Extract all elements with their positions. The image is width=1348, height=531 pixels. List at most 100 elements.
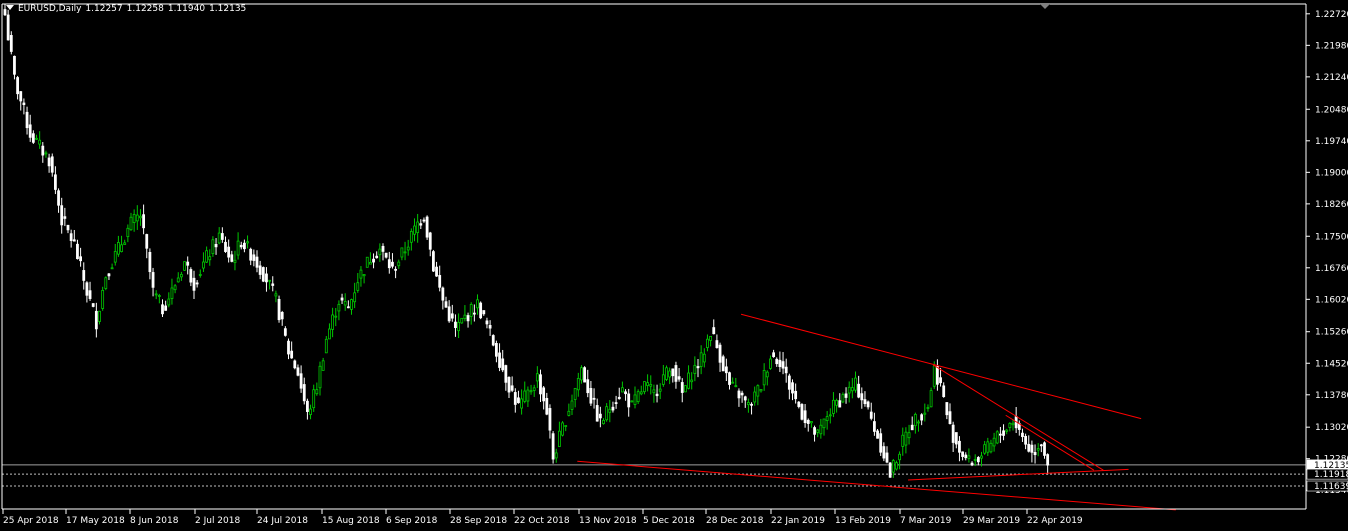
candle-body	[469, 304, 473, 317]
candle-body	[633, 394, 637, 405]
trendlines[interactable]	[577, 313, 1176, 511]
y-tick-label: 1.14520	[1315, 359, 1348, 369]
candle	[1039, 443, 1043, 453]
candle-body	[1030, 444, 1034, 453]
candle	[866, 400, 870, 410]
candle	[9, 31, 13, 55]
candle-body	[179, 274, 183, 278]
candle-body	[611, 406, 615, 411]
candle	[1005, 428, 1009, 435]
candle-body	[425, 216, 429, 238]
candle	[822, 418, 826, 436]
candle-body	[239, 244, 243, 248]
price-chart[interactable]: 1.22720 1.21980 1.21240 1.20480 1.19740 1.190…	[0, 0, 1348, 531]
candle-body	[825, 416, 829, 421]
candle-body	[573, 388, 577, 400]
candle	[179, 271, 183, 281]
candle	[79, 247, 82, 267]
candle-body	[784, 366, 788, 374]
candle	[252, 249, 256, 267]
candle	[498, 343, 501, 372]
candle	[50, 153, 54, 177]
candle	[1030, 440, 1034, 463]
candle-body	[995, 431, 999, 444]
candle	[860, 387, 864, 409]
candle-body	[315, 389, 319, 395]
candle	[513, 388, 517, 413]
candle	[567, 403, 571, 417]
candle-body	[41, 145, 45, 156]
candle	[217, 227, 221, 245]
candle	[167, 292, 171, 308]
candle-body	[343, 301, 347, 306]
candle	[72, 229, 76, 242]
candle-body	[624, 391, 627, 395]
candle-body	[532, 387, 536, 391]
candle-body	[592, 397, 596, 400]
candle	[362, 274, 366, 284]
candle-body	[157, 295, 161, 297]
candle	[381, 243, 385, 261]
candle	[558, 421, 561, 447]
candle-body	[208, 256, 212, 261]
candle-body	[337, 303, 341, 312]
candle-body	[992, 437, 996, 447]
candle	[876, 428, 879, 439]
candle-body	[658, 388, 662, 392]
x-tick-label: 6 Sep 2018	[386, 516, 438, 526]
candle-body	[891, 460, 895, 473]
candle	[655, 384, 659, 403]
candle	[236, 232, 240, 260]
candle-body	[450, 313, 454, 319]
candle	[652, 384, 656, 403]
high-price: 1.12258	[126, 4, 164, 14]
candle-body	[835, 399, 838, 406]
candle	[1043, 441, 1046, 459]
candle-body	[494, 343, 498, 357]
candle	[195, 280, 199, 288]
chart-axes	[1, 3, 1307, 510]
candle-body	[621, 387, 624, 393]
candle	[413, 218, 416, 242]
candle-body	[548, 408, 552, 431]
y-tick-label: 1.19740	[1315, 137, 1348, 147]
candle-body	[145, 234, 149, 249]
candle	[819, 418, 823, 439]
candle	[1008, 422, 1012, 432]
candle-body	[649, 384, 653, 387]
candle-body	[665, 367, 668, 380]
y-tick-label: 1.16760	[1315, 264, 1348, 274]
y-tick-label: 1.19000	[1315, 168, 1348, 178]
candle	[22, 98, 26, 115]
candle	[910, 416, 914, 431]
chart-shift-marker-icon[interactable]	[1040, 4, 1050, 9]
dropdown-triangle-icon[interactable]	[6, 5, 14, 10]
candle	[517, 390, 520, 404]
candle	[743, 395, 747, 408]
candle	[731, 377, 735, 384]
candle-body	[120, 244, 123, 252]
candle	[608, 400, 612, 423]
candle	[274, 290, 278, 303]
candle-body	[781, 361, 785, 369]
y-tick-label: 1.13780	[1315, 391, 1348, 401]
candle-body	[901, 434, 905, 447]
candle	[476, 294, 479, 315]
candle	[428, 231, 432, 257]
candle	[724, 358, 728, 382]
candle-body	[687, 372, 690, 389]
candle	[674, 361, 678, 389]
close-price: 1.12135	[209, 4, 247, 14]
candle	[299, 365, 303, 393]
candle	[246, 235, 249, 249]
x-tick-label: 17 May 2018	[66, 516, 125, 526]
candle-body	[350, 299, 353, 310]
candle-body	[507, 376, 511, 393]
candle-body	[989, 442, 993, 453]
candle	[132, 209, 136, 232]
candle-body	[841, 394, 845, 403]
candle	[769, 355, 772, 370]
trendline	[740, 313, 1142, 420]
candle	[891, 458, 895, 478]
candle-body	[255, 256, 259, 268]
